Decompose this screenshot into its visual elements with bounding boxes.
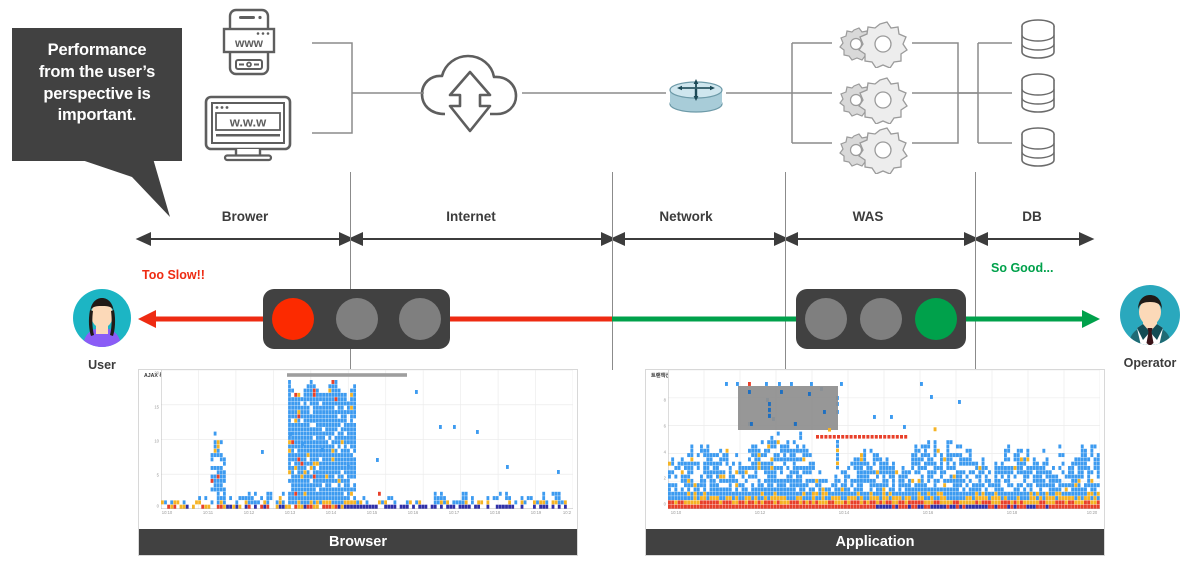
application-ytick-6: 6 <box>663 423 666 429</box>
lamp-red-off <box>805 298 847 340</box>
browser-xtick-4: 10:14 <box>325 510 337 515</box>
application-heatmap-canvas <box>668 370 1100 509</box>
tier-divider-was-db <box>975 172 976 370</box>
tier-label-was: WAS <box>852 209 884 224</box>
flow-arrows <box>138 310 1100 328</box>
callout-text: Performance from the user’s perspective … <box>38 41 156 125</box>
status-too-slow: Too Slow!! <box>142 268 205 282</box>
browser-xtick-7: 10:17 <box>448 510 460 515</box>
lamp-yellow-off-2 <box>860 298 902 340</box>
browser-xtick-10: 10:2 <box>562 510 572 515</box>
browser-xtick-5: 10:15 <box>366 510 378 515</box>
lamp-green <box>915 298 957 340</box>
browser-ytick-0: 0 <box>156 503 159 509</box>
tier-label-brower: Brower <box>221 209 269 224</box>
application-xtick-5: 10:20 <box>1086 510 1098 515</box>
status-so-good: So Good... <box>991 261 1054 275</box>
tier-divider-internet-network <box>612 172 613 370</box>
traffic-light-red[interactable] <box>263 289 450 349</box>
browser-ytick-10: 10 <box>154 438 159 444</box>
browser-xtick-9: 10:19 <box>530 510 542 515</box>
application-panel[interactable]: 트랜잭션 히트맵 노드/분석/모니터링 히스토리 1분-3분 비교 ▲ ▼ ‹ … <box>645 369 1105 556</box>
tier-axis-arrows <box>135 231 1095 247</box>
browser-panel-footer: Browser <box>139 529 577 555</box>
callout-tail-icon <box>67 155 170 217</box>
browser-heatmap-canvas <box>161 370 573 509</box>
browser-xtick-0: 10:10 <box>161 510 173 515</box>
browser-xtick-3: 10:13 <box>284 510 296 515</box>
callout-bubble: Performance from the user’s perspective … <box>12 28 182 161</box>
application-ytick-2: 2 <box>663 475 666 481</box>
tier-label-network: Network <box>659 209 713 224</box>
browser-ytick-15: 15 <box>154 404 159 410</box>
application-xtick-3: 10:16 <box>922 510 934 515</box>
avatar-operator-label: Operator <box>1123 356 1177 370</box>
browser-xtick-2: 10:12 <box>243 510 255 515</box>
diagram-canvas: www w.w.w Performance from the user’s pe… <box>0 0 1200 576</box>
browser-xtick-1: 10:11 <box>202 510 214 515</box>
browser-xtick-8: 10:18 <box>489 510 501 515</box>
application-ytick-10: 10 <box>661 371 666 377</box>
lamp-yellow-off <box>335 298 378 340</box>
tier-label-db: DB <box>1022 209 1042 224</box>
application-xtick-2: 10:14 <box>838 510 850 515</box>
application-xtick-1: 10:12 <box>754 510 766 515</box>
tier-label-internet: Internet <box>446 209 496 224</box>
browser-ytick-5: 5 <box>156 472 159 478</box>
application-ytick-8: 8 <box>663 397 666 403</box>
application-xtick-0: 10:10 <box>670 510 682 515</box>
tier-divider-network-was <box>785 172 786 370</box>
lamp-green-off <box>399 298 441 340</box>
application-plot[interactable]: 10 8 6 4 2 0 10:10 10:12 10:14 10:16 10:… <box>661 370 1100 515</box>
browser-plot[interactable]: 20 15 10 5 0 10:10 10:11 10:12 10:13 10:… <box>154 370 573 515</box>
avatar-user-label: User <box>88 358 116 372</box>
application-panel-footer: Application <box>646 529 1104 555</box>
browser-xtick-6: 10:16 <box>407 510 419 515</box>
browser-panel[interactable]: AJAX 목록별 분석/모니터링 히트맵 1분-3분 비교 ▲ ▼ 20 15 … <box>138 369 578 556</box>
application-ytick-0: 0 <box>663 501 666 507</box>
application-xtick-4: 10:18 <box>1006 510 1018 515</box>
lamp-red <box>272 298 314 340</box>
traffic-light-green[interactable] <box>796 289 966 349</box>
application-ytick-4: 4 <box>663 449 666 455</box>
browser-ytick-20: 20 <box>154 370 159 376</box>
